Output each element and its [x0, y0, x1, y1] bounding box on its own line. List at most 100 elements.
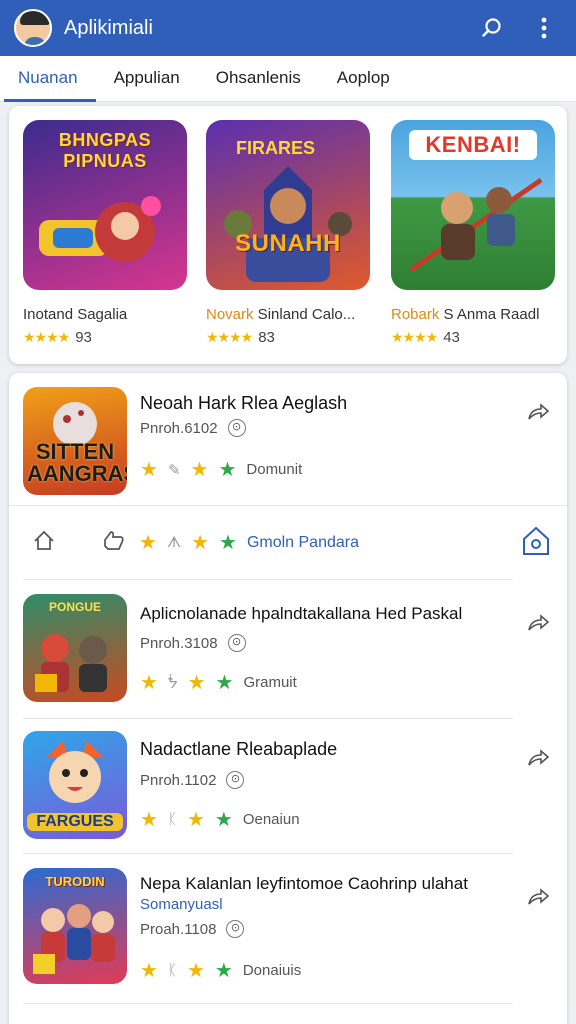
stars-icon: ★★★★ [391, 329, 438, 345]
featured-rating: ★★★★ 83 [206, 329, 370, 346]
star-half-icon: ᖭ [167, 674, 178, 692]
action-bar: ★ ᗑ ★ ★ Gmoln Pandara [9, 506, 567, 578]
featured-name-text: Novark Sinland Calo... [206, 306, 356, 323]
app-bar: Aplikimiali [0, 0, 576, 56]
star-icon: ★ [190, 459, 209, 481]
list-item[interactable]: TURODIN Nepa Kalanlan leyfintomoe Caohri… [9, 854, 567, 1004]
list-item[interactable]: PONGUE Aplicnolanade hpalndtakallana Hed… [9, 580, 567, 718]
featured-rating: ★★★★ 93 [23, 329, 187, 346]
app-price: Gramuit [243, 674, 297, 691]
share-icon[interactable] [525, 884, 551, 910]
featured-art-text: BHNGPAS PIPNUAS [58, 130, 152, 171]
featured-art-text: KENBAI! [409, 130, 537, 160]
share-icon[interactable] [525, 745, 551, 771]
app-meta: Pnroh.1102 ⊙ [140, 771, 245, 789]
app-price: Domunit [246, 461, 303, 478]
star-icon: ★ [140, 809, 158, 831]
app-price: Oenaiun [242, 811, 300, 828]
featured-rating: ★★★★ 43 [391, 329, 555, 346]
featured-art: FIRARES SUNAHH [206, 120, 370, 290]
action-rating: ★ ᗑ ★ ★ Gmoln Pandara [139, 530, 359, 555]
app-title: Aplicnolanade hpalndtakallana Hed Paskal [140, 604, 463, 623]
star-icon: ★ [140, 960, 158, 982]
app-rating: ★ ᖭ ★ ★ Gramuit [140, 670, 297, 695]
star-icon: ★ [191, 532, 209, 554]
app-icon: SITTEN AANGRAS [23, 387, 127, 495]
star-half-icon: ᛕ [167, 962, 177, 979]
app-subtitle: Somanyuasl [140, 896, 223, 913]
star-icon: ★ [218, 459, 237, 481]
app-title: Nepa Kalanlan leyfintomoe Caohrinp ulaha… [140, 874, 468, 893]
like-icon[interactable] [99, 528, 127, 554]
app-icon: TURODIN [23, 868, 127, 984]
app-price: Donaiuis [242, 962, 302, 979]
featured-name-text: Robark S Anma Raadl [391, 306, 540, 323]
home-icon[interactable] [31, 528, 57, 554]
app-title: Aplikimiali [64, 16, 153, 39]
tab-ohsanlenis[interactable]: Ohsanlenis [198, 56, 319, 102]
star-icon: ★ [187, 672, 206, 694]
tab-nuanan[interactable]: Nuanan [0, 56, 96, 102]
star-half-icon: ✎ [167, 461, 181, 479]
star-icon: ★ [186, 960, 205, 982]
featured-name-highlight: Novark [206, 306, 254, 323]
featured-card: BHNGPAS PIPNUAS Inotand Sagalia ★★★★ 93 … [9, 106, 567, 364]
more-vert-icon[interactable] [526, 10, 562, 46]
info-icon[interactable]: ⊙ [227, 634, 246, 652]
app-meta: Proah.1108 ⊙ [140, 920, 245, 938]
app-meta: Pnroh.6102 ⊙ [140, 419, 246, 437]
stars-icon: ★★★★ [206, 329, 253, 345]
divider [23, 1003, 513, 1004]
avatar[interactable] [14, 9, 52, 47]
list-item[interactable]: SITTEN AANGRAS Neoah Hark Rlea Aeglash P… [9, 373, 567, 505]
rating-value: 93 [75, 329, 92, 346]
tab-bar: Nuanan Appulian Ohsanlenis Aoplop [0, 56, 576, 102]
list-item[interactable]: FARGUES Nadactlane Rleabaplade Pnroh.110… [9, 719, 567, 853]
app-icon-text: PONGUE [48, 600, 101, 614]
action-link[interactable]: Gmoln Pandara [247, 534, 359, 552]
info-icon[interactable]: ⊙ [227, 419, 246, 437]
tab-appulian[interactable]: Appulian [96, 56, 198, 102]
featured-app[interactable]: FIRARES SUNAHH Novark Sinland Calo... ★★… [206, 120, 370, 346]
star-icon: ★ [186, 809, 205, 831]
app-meta-text: Proah.1108 [140, 920, 217, 938]
featured-art: KENBAI! [391, 120, 555, 290]
app-icon-text: TURODIN [45, 874, 105, 889]
app-icon-text: FARGUES [27, 813, 123, 831]
search-icon[interactable] [474, 10, 510, 46]
star-half-icon: ᗑ [166, 534, 182, 551]
featured-name: Novark Sinland Calo... [206, 306, 370, 323]
app-meta-text: Pnroh.6102 [140, 419, 218, 437]
app-icon: FARGUES [23, 731, 127, 839]
share-icon[interactable] [525, 610, 551, 636]
info-icon[interactable]: ⊙ [226, 920, 245, 938]
app-icon: PONGUE [23, 594, 127, 702]
star-icon: ★ [214, 809, 233, 831]
rating-value: 83 [258, 329, 275, 346]
star-icon: ★ [215, 672, 234, 694]
featured-art: BHNGPAS PIPNUAS [23, 120, 187, 290]
app-meta-text: Pnroh.1102 [140, 771, 217, 789]
featured-name: Inotand Sagalia [23, 306, 128, 323]
app-rating: ★ ✎ ★ ★ Domunit [140, 457, 302, 482]
share-icon[interactable] [525, 399, 551, 425]
star-icon: ★ [139, 532, 157, 554]
tab-aoplop[interactable]: Aoplop [319, 56, 408, 102]
star-icon: ★ [140, 672, 158, 694]
featured-app[interactable]: KENBAI! Robark S Anma Raadl ★★★★ 43 [391, 120, 555, 346]
app-meta-text: Pnroh.3108 [140, 634, 218, 652]
app-meta: Pnroh.3108 ⊙ [140, 634, 246, 652]
store-icon[interactable] [519, 524, 553, 558]
star-icon: ★ [214, 960, 233, 982]
info-icon[interactable]: ⊙ [226, 771, 245, 789]
featured-app[interactable]: BHNGPAS PIPNUAS Inotand Sagalia ★★★★ 93 [23, 120, 187, 346]
featured-name: Robark S Anma Raadl [391, 306, 555, 323]
star-half-icon: ᛕ [167, 811, 177, 828]
featured-art-text: SUNAHH [235, 230, 341, 257]
rating-value: 43 [443, 329, 460, 346]
app-title: Neoah Hark Rlea Aeglash [140, 393, 348, 413]
app-title: Nadactlane Rleabaplade [140, 739, 338, 759]
app-list: SITTEN AANGRAS Neoah Hark Rlea Aeglash P… [9, 373, 567, 1024]
star-icon: ★ [140, 459, 158, 481]
app-icon-text: SITTEN AANGRAS [27, 439, 127, 486]
